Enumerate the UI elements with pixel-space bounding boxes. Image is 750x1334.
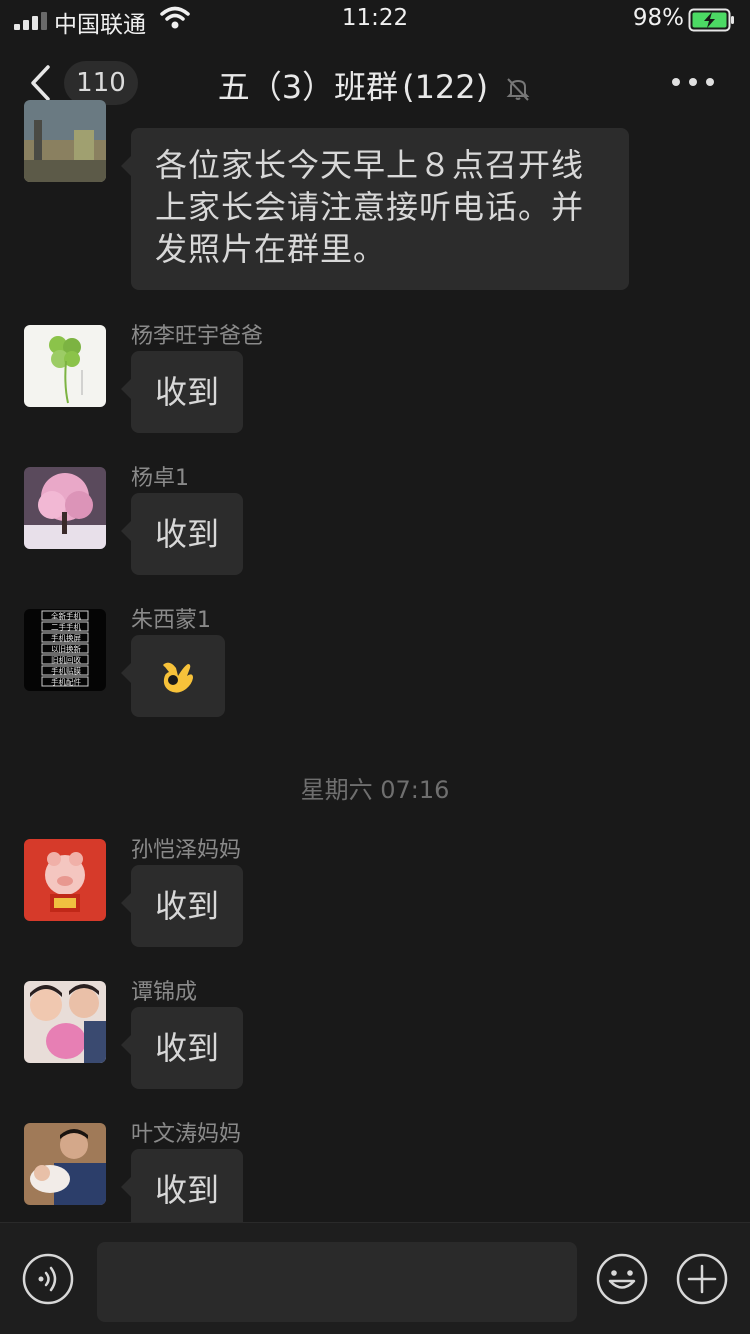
chat-header: 110 五（3）班群 (122) — [0, 40, 750, 128]
voice-input-icon[interactable] — [21, 1252, 75, 1306]
more-options-icon[interactable] — [672, 78, 714, 86]
member-count: (122) — [402, 68, 489, 106]
message-text: 收到 — [155, 373, 220, 411]
avatar-text-line: 旧机回收 — [51, 655, 81, 665]
chat-screen: 中国联通 11:22 98% 110 五（3）班群 (122) 各位家长今天早上… — [0, 0, 750, 1334]
message-bubble[interactable]: 收到 — [120, 1149, 244, 1231]
message-text: 收到 — [155, 887, 220, 925]
chat-title[interactable]: 五（3）班群 (122) — [0, 62, 750, 108]
avatar-text-line: 以旧换新 — [51, 644, 81, 654]
avatar[interactable] — [24, 981, 106, 1063]
battery-percentage: 98% — [632, 5, 684, 31]
message-bubble[interactable]: 👌 — [121, 635, 225, 717]
chat-input-bar — [0, 1222, 750, 1334]
message-text: 收到 — [155, 1171, 220, 1209]
avatar-text-line: 手机贴膜 — [51, 666, 81, 676]
sender-name: 朱西蒙1 — [131, 608, 211, 633]
message-bubble[interactable]: 收到 — [120, 351, 244, 433]
plus-icon[interactable] — [675, 1252, 729, 1306]
message-bubble[interactable]: 收到 — [120, 493, 244, 575]
avatar[interactable]: 全新手机 二手手机 手机换屏 以旧换新 旧机回收 手机贴膜 手机配件 — [24, 609, 106, 691]
avatar-text-line: 手机配件 — [51, 677, 81, 687]
message-bubble[interactable]: 收到 — [120, 865, 244, 947]
message-bubble[interactable]: 各位家长今天早上８点召开线上家长会请注意接听电话。并发照片在群里。 — [121, 128, 629, 290]
status-bar: 中国联通 11:22 98% — [0, 0, 750, 40]
avatar-text-line: 二手手机 — [51, 622, 81, 632]
sender-name: 杨卓1 — [131, 466, 189, 491]
message-bubble[interactable]: 收到 — [120, 1007, 244, 1089]
avatar[interactable] — [24, 839, 106, 921]
avatar[interactable] — [24, 1123, 106, 1205]
message-text: 各位家长今天早上８点召开线上家长会请注意接听电话。并发照片在群里。 — [155, 146, 585, 268]
avatar-text-line: 全新手机 — [51, 611, 81, 621]
message-input[interactable] — [97, 1242, 577, 1322]
sender-name: 谭锦成 — [131, 980, 198, 1005]
battery-charging-icon — [688, 8, 734, 32]
message-text: 收到 — [155, 515, 220, 553]
avatar[interactable] — [24, 325, 106, 407]
sender-name: 叶文涛妈妈 — [131, 1122, 242, 1147]
sender-name: 杨李旺宇爸爸 — [131, 324, 264, 349]
ok-hand-emoji-icon — [163, 662, 193, 693]
avatar[interactable] — [24, 467, 106, 549]
emoji-icon[interactable] — [595, 1252, 649, 1306]
avatar-text-line: 手机换屏 — [51, 633, 81, 643]
muted-bell-icon — [506, 78, 530, 101]
time-divider: 星期六 07:16 — [300, 776, 450, 804]
group-name: 五（3）班群 — [217, 68, 399, 106]
message-text: 收到 — [155, 1029, 220, 1067]
avatar[interactable] — [24, 100, 106, 182]
sender-name: 孙恺泽妈妈 — [131, 838, 242, 863]
